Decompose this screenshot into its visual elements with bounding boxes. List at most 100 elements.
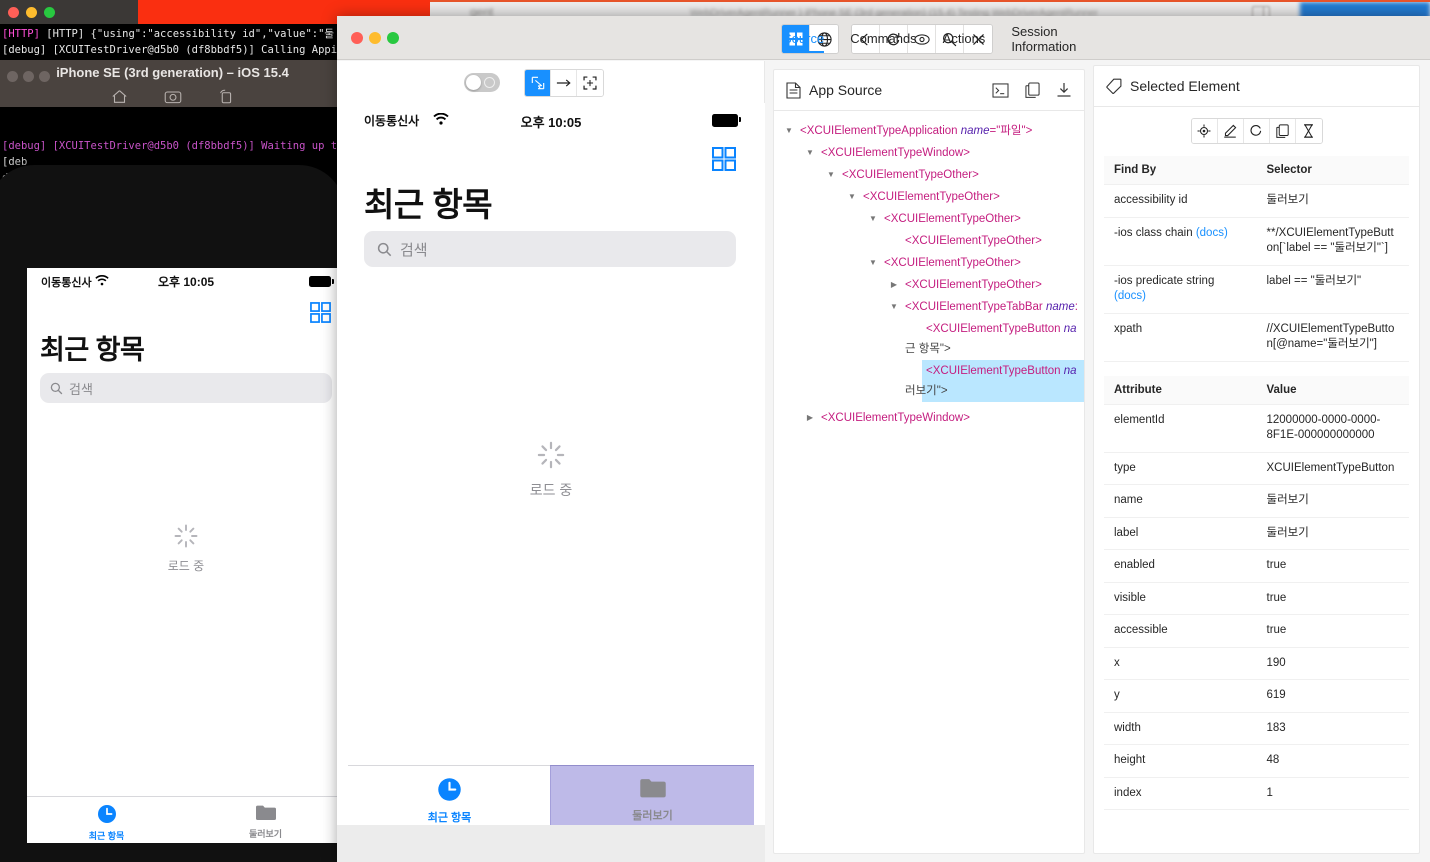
source-tree[interactable]: ▼ <XCUIElementTypeApplication name="파일">… xyxy=(774,112,1084,853)
table-row[interactable]: index 1 xyxy=(1104,777,1409,811)
value-cell[interactable]: true xyxy=(1256,582,1409,616)
search-input[interactable]: 검색 xyxy=(364,231,736,267)
tree-node[interactable]: ▼ <XCUIElementTypeApplication name="파일"> xyxy=(774,120,1084,142)
spinner-icon xyxy=(537,441,565,469)
selected-element-body[interactable]: Find By Selector accessibility id 둘러보기 -… xyxy=(1094,108,1419,853)
inspector-close-button[interactable] xyxy=(351,32,363,44)
value-cell[interactable]: 1 xyxy=(1256,777,1409,811)
find-by-cell: accessibility id xyxy=(1104,184,1257,218)
terminal-icon[interactable] xyxy=(990,80,1010,100)
tap-by-coordinates-icon[interactable] xyxy=(577,70,603,96)
terminal-line: [debug] [XCUITestDriver@d5b0 (df8bbdf5)]… xyxy=(2,44,345,56)
table-row[interactable]: label 둘러보기 xyxy=(1104,517,1409,551)
table-row[interactable]: elementId 12000000-0000-0000-8F1E-0000000… xyxy=(1104,404,1409,453)
selector-cell[interactable]: label == "둘러보기" xyxy=(1256,265,1409,314)
screenshot-icon[interactable] xyxy=(164,89,182,104)
value-cell[interactable]: 48 xyxy=(1256,744,1409,778)
value-cell[interactable]: true xyxy=(1256,549,1409,583)
value-cell[interactable]: 619 xyxy=(1256,679,1409,713)
refresh-icon[interactable] xyxy=(1243,119,1270,143)
grid-view-icon[interactable] xyxy=(712,147,736,171)
tree-node-wrap: 러보기"> xyxy=(905,385,948,397)
value-cell[interactable]: 183 xyxy=(1256,712,1409,746)
grid-view-icon[interactable] xyxy=(310,302,331,323)
tree-node[interactable]: <XCUIElementTypeOther> xyxy=(774,230,1084,252)
tree-node[interactable]: ▼ <XCUIElementTypeOther> xyxy=(774,252,1084,274)
terminal-zoom-button[interactable] xyxy=(44,7,55,18)
device-screen-image[interactable]: 이동통신사 오후 10:05 최근 항목 검색 로드 중 최근 항목 둘러보기 xyxy=(348,103,754,825)
value-cell[interactable]: 둘러보기 xyxy=(1256,484,1409,518)
tab-commands[interactable]: Commands xyxy=(850,16,916,61)
value-cell[interactable]: true xyxy=(1256,614,1409,648)
table-row[interactable]: xpath //XCUIElementTypeButton[@name="둘러보… xyxy=(1104,313,1409,362)
swipe-icon[interactable] xyxy=(551,70,577,96)
battery-icon xyxy=(309,276,334,287)
rotate-icon[interactable] xyxy=(218,89,234,104)
tree-node[interactable]: ▼ <XCUIElementTypeTabBar name: xyxy=(774,296,1084,318)
table-row[interactable]: width 183 xyxy=(1104,712,1409,746)
disable-tap-toggle[interactable] xyxy=(464,73,500,92)
app-source-actions xyxy=(990,80,1074,100)
tab-session-information[interactable]: Session Information xyxy=(1011,16,1076,61)
selector-cell[interactable]: //XCUIElementTypeButton[@name="둘러보기"] xyxy=(1256,313,1409,362)
docs-link[interactable]: (docs) xyxy=(1114,290,1146,302)
search-input[interactable]: 검색 xyxy=(40,373,332,403)
appium-inspector-window[interactable]: 이동통신사 오후 10:05 최근 항목 검색 로드 중 최근 항목 둘러보기 … xyxy=(337,16,1430,862)
select-element-icon[interactable] xyxy=(525,70,551,96)
table-row[interactable]: visible true xyxy=(1104,582,1409,616)
attribute-cell: accessible xyxy=(1104,614,1257,648)
column-find-by: Find By xyxy=(1104,156,1257,185)
screenshot-mirror[interactable]: 이동통신사 오후 10:05 최근 항목 검색 로드 중 최근 항목 둘러보기 xyxy=(337,103,765,862)
terminal-minimize-button[interactable] xyxy=(26,7,37,18)
simulator-screen[interactable]: 이동통신사 오후 10:05 최근 항목 검색 로드 중 최근 항목 둘러보기 xyxy=(27,268,345,843)
tree-node[interactable]: <XCUIElementTypeButton na 근 항목"> xyxy=(774,318,1084,360)
download-icon[interactable] xyxy=(1054,80,1074,100)
selector-cell[interactable]: **/XCUIElementTypeButton[`label == "둘러보기… xyxy=(1256,217,1409,266)
terminal-close-button[interactable] xyxy=(8,7,19,18)
value-cell[interactable]: 둘러보기 xyxy=(1256,517,1409,551)
timer-icon[interactable] xyxy=(1295,119,1322,143)
copy-icon[interactable] xyxy=(1022,80,1042,100)
sim-tab-browse[interactable]: 둘러보기 xyxy=(186,797,345,843)
screenshot-toolbar xyxy=(337,61,764,103)
inspector-zoom-button[interactable] xyxy=(387,32,399,44)
sim-tab-label: 최근 항목 xyxy=(88,831,125,841)
tree-node[interactable]: ▶ <XCUIElementTypeOther> xyxy=(774,274,1084,296)
table-row[interactable]: enabled true xyxy=(1104,549,1409,583)
tree-node[interactable]: ▼ <XCUIElementTypeOther> xyxy=(774,164,1084,186)
selector-cell[interactable]: 둘러보기 xyxy=(1256,184,1409,218)
table-row[interactable]: x 190 xyxy=(1104,647,1409,681)
copy-icon[interactable] xyxy=(1269,119,1296,143)
edit-icon[interactable] xyxy=(1217,119,1244,143)
tree-node[interactable]: ▼ <XCUIElementTypeOther> xyxy=(774,208,1084,230)
table-row[interactable]: height 48 xyxy=(1104,744,1409,778)
table-row[interactable]: -ios class chain (docs) **/XCUIElementTy… xyxy=(1104,217,1409,266)
table-row[interactable]: -ios predicate string (docs) label == "둘… xyxy=(1104,265,1409,314)
table-row[interactable]: accessibility id 둘러보기 xyxy=(1104,184,1409,218)
sim-tab-recents[interactable]: 최근 항목 xyxy=(27,797,186,843)
tree-node[interactable]: ▼ <XCUIElementTypeWindow> xyxy=(774,142,1084,164)
simulator-window[interactable]: iPhone SE (3rd generation) – iOS 15.4 이동… xyxy=(0,60,345,862)
simulator-title: iPhone SE (3rd generation) – iOS 15.4 xyxy=(56,65,289,80)
tab-actions[interactable]: Actions xyxy=(943,16,986,61)
folder-icon xyxy=(639,779,666,798)
table-row[interactable]: name 둘러보기 xyxy=(1104,484,1409,518)
search-icon xyxy=(50,382,63,394)
mirror-tab-recents[interactable]: 최근 항목 xyxy=(348,766,551,825)
docs-link[interactable]: (docs) xyxy=(1196,227,1228,239)
inspector-minimize-button[interactable] xyxy=(369,32,381,44)
tab-source[interactable]: Source xyxy=(783,16,825,61)
value-cell[interactable]: 190 xyxy=(1256,647,1409,681)
mirror-tab-browse[interactable]: 둘러보기 xyxy=(550,765,754,825)
table-row[interactable]: accessible true xyxy=(1104,614,1409,648)
value-cell[interactable]: 12000000-0000-0000-8F1E-000000000000 xyxy=(1256,404,1409,453)
table-row[interactable]: type XCUIElementTypeButton xyxy=(1104,452,1409,486)
tree-node[interactable]: ▶ <XCUIElementTypeWindow> xyxy=(774,407,1084,429)
table-row[interactable]: y 619 xyxy=(1104,679,1409,713)
tree-node-selected[interactable]: <XCUIElementTypeButton na 러보기"> xyxy=(774,360,1084,402)
tree-node[interactable]: ▼ <XCUIElementTypeOther> xyxy=(774,186,1084,208)
locate-icon[interactable] xyxy=(1191,119,1218,143)
file-icon xyxy=(786,81,801,99)
value-cell[interactable]: XCUIElementTypeButton xyxy=(1256,452,1409,486)
home-icon[interactable] xyxy=(111,89,128,104)
